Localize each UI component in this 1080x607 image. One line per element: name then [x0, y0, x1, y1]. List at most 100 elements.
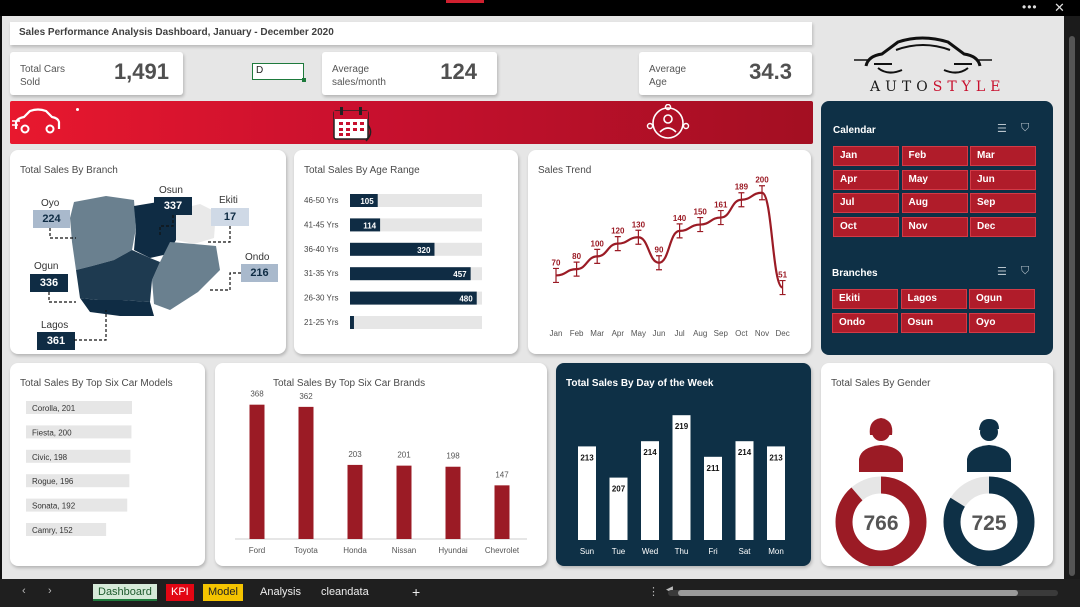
tab-cleandata[interactable]: cleandata: [316, 584, 374, 601]
brand-data-label: 203: [348, 450, 362, 459]
dashboard-canvas: Sales Performance Analysis Dashboard, Ja…: [2, 16, 1064, 579]
horizontal-scrollbar[interactable]: [668, 590, 1058, 596]
branch-slicer-lagos[interactable]: Lagos: [900, 289, 967, 309]
clear-filter-icon[interactable]: ⛉: [1021, 122, 1029, 135]
brand-x-tick: Ford: [249, 546, 265, 555]
day-x-tick: Sun: [580, 547, 594, 556]
trend-x-tick: Feb: [570, 329, 584, 338]
age-bar: [350, 316, 354, 329]
male-hair: [979, 419, 999, 430]
active-window-indicator: [446, 0, 484, 3]
calendar-slicer-sep[interactable]: Sep: [970, 193, 1036, 213]
branch-value-lagos: 361: [37, 332, 75, 350]
gender-card: Total Sales By Gender 766 725: [821, 363, 1053, 566]
kpi-label: Total Cars Sold: [20, 64, 66, 88]
trend-x-tick: Dec: [775, 329, 789, 338]
branch-slicer-ondo[interactable]: Ondo: [832, 312, 898, 333]
calendar-slicer-jan[interactable]: Jan: [833, 146, 899, 166]
brand-bar: [445, 466, 461, 539]
kpi-total-cars-sold: Total Cars Sold 1,491: [10, 52, 183, 95]
brand-bar: [494, 485, 510, 539]
model-bar-label: Civic, 198: [32, 453, 68, 462]
age-bar-label: 105: [360, 197, 374, 206]
tab-kpi[interactable]: KPI: [166, 584, 194, 601]
active-cell-editor[interactable]: D: [252, 63, 306, 82]
model-bar-label: Camry, 152: [32, 526, 73, 535]
female-hair: [869, 418, 893, 435]
male-body: [967, 445, 1011, 472]
calendar-slicer-apr[interactable]: Apr: [833, 169, 899, 190]
age-category-label: 26-30 Yrs: [304, 294, 339, 303]
calendar-slicer-jun[interactable]: Jun: [970, 169, 1036, 190]
car-icon: [12, 108, 61, 134]
calendar-slicer-jul[interactable]: Jul: [833, 193, 899, 213]
calendar-slicer-may[interactable]: May: [901, 169, 968, 190]
multi-select-icon[interactable]: ☰: [997, 122, 1007, 135]
banner-dot: [76, 108, 79, 111]
trend-x-tick: Jun: [653, 329, 666, 338]
logo-part-auto: AUTO: [870, 79, 933, 95]
tab-options-icon[interactable]: ⋮: [648, 585, 659, 598]
trend-data-label: 161: [714, 201, 728, 210]
brand-data-label: 147: [495, 470, 509, 479]
age-bar: [350, 291, 477, 305]
trend-data-label: 150: [694, 208, 708, 217]
branch-slicer-oyo[interactable]: Oyo: [969, 312, 1035, 333]
age-bar-track: [350, 316, 482, 329]
trend-x-tick: Mar: [590, 329, 604, 338]
branch-slicer-ogun[interactable]: Ogun: [969, 289, 1035, 309]
brand-bar: [347, 464, 363, 539]
age-category-label: 21-25 Yrs: [304, 318, 339, 327]
branch-name-ekiti: Ekiti: [219, 195, 238, 206]
trend-data-label: 80: [572, 252, 581, 261]
horizontal-scroll-thumb[interactable]: [678, 590, 1018, 596]
model-bar-label: Sonata, 192: [32, 502, 76, 511]
next-sheet-icon[interactable]: ›: [48, 585, 52, 597]
car-brands-card: Total Sales By Top Six Car Brands 368 For…: [215, 363, 547, 566]
calendar-slicer-mar[interactable]: Mar: [970, 146, 1036, 166]
add-sheet-button[interactable]: +: [407, 584, 425, 601]
calendar-slicer-title: Calendar: [833, 125, 876, 136]
calendar-slicer-dec[interactable]: Dec: [970, 216, 1036, 237]
trend-x-tick: Sep: [714, 329, 729, 338]
branch-value-ekiti: 17: [211, 208, 249, 226]
calendar-slicer-nov[interactable]: Nov: [901, 216, 968, 237]
tab-analysis[interactable]: Analysis: [255, 584, 306, 601]
branch-value-ondo: 216: [241, 264, 278, 282]
trend-x-tick: Aug: [693, 329, 707, 338]
close-icon[interactable]: ✕: [1054, 0, 1065, 15]
multi-select-icon[interactable]: ☰: [997, 265, 1007, 278]
prev-sheet-icon[interactable]: ‹: [22, 585, 26, 597]
day-data-label: 213: [580, 453, 594, 462]
kpi-value: 34.3: [749, 59, 792, 84]
female-body: [859, 445, 903, 472]
vertical-scroll-thumb[interactable]: [1069, 36, 1075, 576]
filter-panel: Calendar ☰ ⛉ Jan Feb Mar Apr May Jun Jul Aug Sep…: [821, 101, 1053, 355]
branch-slicer-osun[interactable]: Osun: [900, 312, 967, 333]
trend-x-tick: Apr: [612, 329, 625, 338]
model-bar-label: Rogue, 196: [32, 477, 74, 486]
brand-x-tick: Hyundai: [438, 546, 468, 555]
tab-model[interactable]: Model: [203, 584, 243, 601]
calendar-slicer-aug[interactable]: Aug: [901, 193, 968, 213]
branch-slicer-ekiti[interactable]: Ekiti: [832, 289, 898, 309]
calendar-slicer-oct[interactable]: Oct: [833, 216, 899, 237]
car-brands-chart: 368 Ford 362 Toyota 203 Honda 201 Nissan 198 Hyun…: [235, 390, 527, 555]
clear-filter-icon[interactable]: ⛉: [1021, 265, 1029, 278]
trend-x-tick: Jan: [550, 329, 563, 338]
brand-data-label: 198: [446, 452, 460, 461]
header-banner: [10, 101, 813, 144]
sales-trend-card: Sales Trend 70 Jan 80 Feb 100 Mar 120 Apr 130 May…: [528, 150, 811, 354]
age-category-label: 46-50 Yrs: [304, 196, 339, 205]
kpi-average-age: Average Age 34.3: [639, 52, 812, 95]
tab-dashboard[interactable]: Dashboard: [93, 584, 157, 601]
sales-trend-chart: 70 Jan 80 Feb 100 Mar 120 Apr 130 May 90 Jun 140 Jul 1…: [550, 176, 790, 338]
kpi-average-sales-month: Average sales/month 124: [322, 52, 497, 95]
day-of-week-chart: 213 Sun 207 Tue 214 Wed 219 Thu 211 Fri 214 Sat 213 M…: [578, 415, 785, 556]
trend-data-label: 70: [552, 258, 561, 267]
more-options-icon[interactable]: •••: [1022, 0, 1038, 14]
female-icon: [859, 418, 903, 472]
calendar-slicer-feb[interactable]: Feb: [901, 146, 968, 166]
people-icon: [646, 104, 690, 139]
vertical-scrollbar[interactable]: [1064, 16, 1080, 579]
